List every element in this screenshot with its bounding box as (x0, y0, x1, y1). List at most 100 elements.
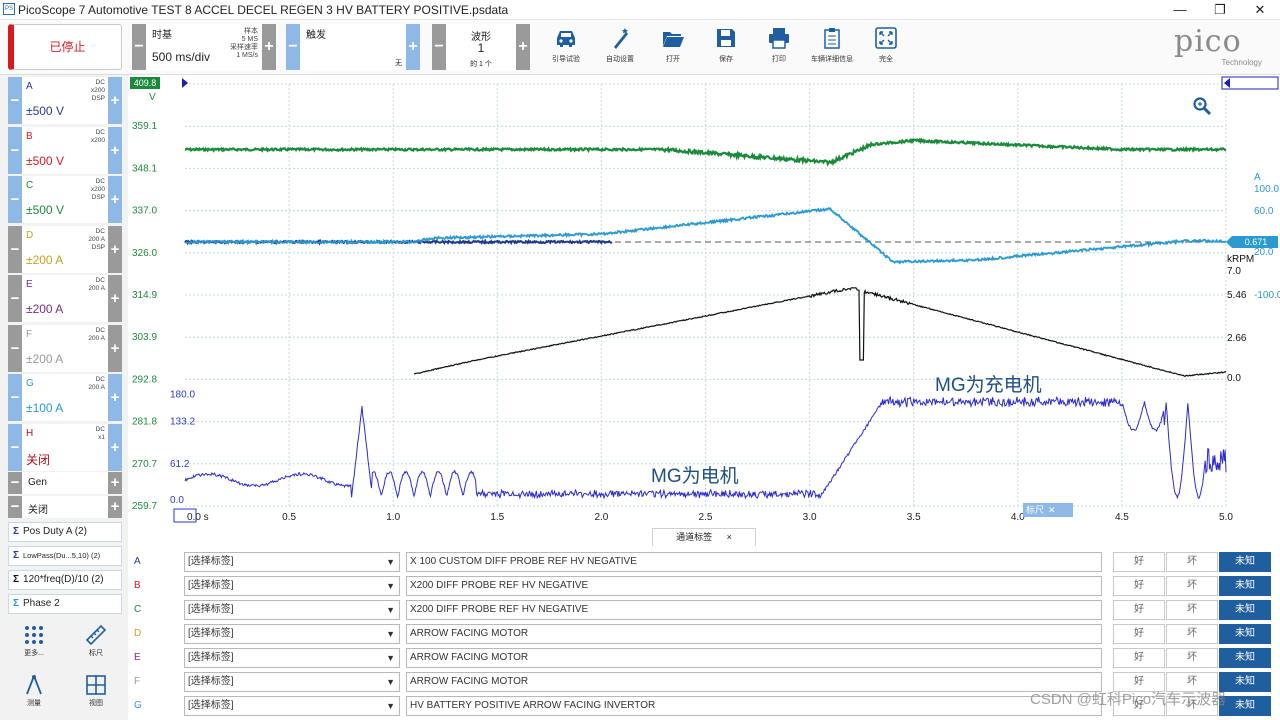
channel-range-decrease-button[interactable]: − (8, 423, 22, 471)
auto-setup-button[interactable]: 自动设置 (593, 24, 647, 68)
unknown-button[interactable]: 未知 (1219, 552, 1271, 572)
gen-state-increase-button[interactable]: + (108, 496, 122, 518)
save-button[interactable]: 保存 (699, 24, 753, 68)
channel-range[interactable]: 关闭 (26, 451, 50, 468)
gen-decrease-button[interactable]: − (8, 472, 22, 494)
good-button[interactable]: 好 (1113, 552, 1165, 572)
good-button[interactable]: 好 (1113, 600, 1165, 620)
waveform-prev-button[interactable]: − (432, 24, 446, 70)
channel-range-increase-button[interactable]: + (108, 77, 122, 124)
channel-range-increase-button[interactable]: + (108, 275, 122, 322)
label-text-field[interactable]: ARROW FACING MOTOR (406, 672, 1102, 692)
channel-b-control[interactable]: − B DC x200 ±500 V + (8, 126, 122, 174)
trigger-decrease-button[interactable]: − (286, 24, 300, 70)
channel-range-decrease-button[interactable]: − (8, 225, 22, 273)
channel-range-decrease-button[interactable]: − (8, 275, 22, 322)
channel-range-decrease-button[interactable]: − (8, 374, 22, 421)
label-select-dropdown[interactable]: [选择标签] ▼ (184, 672, 400, 692)
channel-range-decrease-button[interactable]: − (8, 176, 22, 223)
channel-g-control[interactable]: − G DC 200 A ±100 A + (8, 374, 122, 421)
channel-range-increase-button[interactable]: + (108, 374, 122, 421)
close-icon[interactable]: ✕ (1240, 0, 1280, 20)
more-button[interactable]: 更多... (14, 624, 54, 658)
label-select-dropdown[interactable]: [选择标签] ▼ (184, 624, 400, 644)
timebase-increase-button[interactable]: + (262, 24, 276, 70)
tab-channel-labels[interactable]: 通道标签 × (652, 528, 756, 546)
label-select-dropdown[interactable]: [选择标签] ▼ (184, 648, 400, 668)
label-select-dropdown[interactable]: [选择标签] ▼ (184, 552, 400, 572)
unknown-button[interactable]: 未知 (1219, 696, 1271, 716)
channel-d-control[interactable]: − D DC 200 A DSP ±200 A + (8, 225, 122, 273)
channel-range-increase-button[interactable]: + (108, 126, 122, 174)
timebase-panel[interactable]: 时基 500 ms/div 样本 5 MS 采样速率 1 MS/s (146, 24, 262, 70)
math-channel-button[interactable]: Σ LowPass(Du...5,10) (2) (8, 546, 122, 566)
vehicle-details-button[interactable]: 车辆详细信息 (805, 24, 859, 68)
channel-range-decrease-button[interactable]: − (8, 126, 22, 174)
unknown-button[interactable]: 未知 (1219, 624, 1271, 644)
ruler-tag[interactable]: 标尺 ✕ (1023, 503, 1073, 517)
label-text-field[interactable]: ARROW FACING MOTOR (406, 624, 1102, 644)
channel-range[interactable]: ±100 A (26, 401, 63, 415)
trigger-panel[interactable]: 触发 无 (300, 24, 406, 70)
gen-increase-button[interactable]: + (108, 472, 122, 494)
unknown-button[interactable]: 未知 (1219, 648, 1271, 668)
gen-state-control[interactable]: − 关闭 + (8, 496, 122, 518)
bad-button[interactable]: 坏 (1166, 552, 1218, 572)
channel-f-control[interactable]: − F DC 200 A ±200 A + (8, 324, 122, 372)
gen-state-decrease-button[interactable]: − (8, 496, 22, 518)
open-button[interactable]: 打开 (646, 24, 700, 68)
guided-test-button[interactable]: 引导试验 (539, 24, 593, 68)
channel-range[interactable]: ±200 A (26, 253, 63, 267)
bad-button[interactable]: 坏 (1166, 624, 1218, 644)
channel-range-increase-button[interactable]: + (108, 423, 122, 471)
math-channel-button[interactable]: Σ Phase 2 (8, 594, 122, 614)
math-channel-button[interactable]: Σ Pos Duty A (2) (8, 522, 122, 542)
channel-range-decrease-button[interactable]: − (8, 324, 22, 372)
unknown-button[interactable]: 未知 (1219, 600, 1271, 620)
label-select-dropdown[interactable]: [选择标签] ▼ (184, 576, 400, 596)
channel-range[interactable]: ±500 V (26, 154, 64, 168)
label-text-field[interactable]: X200 DIFF PROBE REF HV NEGATIVE (406, 600, 1102, 620)
signal-generator-control[interactable]: − Gen + (8, 472, 122, 494)
label-text-field[interactable]: HV BATTERY POSITIVE ARROW FACING INVERTO… (406, 696, 1102, 716)
ruler-tag-close-icon[interactable]: ✕ (1048, 505, 1056, 515)
label-select-dropdown[interactable]: [选择标签] ▼ (184, 696, 400, 716)
minimize-icon[interactable]: — (1160, 0, 1200, 20)
waveform-next-button[interactable]: + (516, 24, 530, 70)
unknown-button[interactable]: 未知 (1219, 576, 1271, 596)
channel-range-decrease-button[interactable]: − (8, 77, 22, 124)
good-button[interactable]: 好 (1113, 576, 1165, 596)
channel-range[interactable]: ±200 A (26, 352, 63, 366)
label-text-field[interactable]: X 100 CUSTOM DIFF PROBE REF HV NEGATIVE (406, 552, 1102, 572)
bad-button[interactable]: 坏 (1166, 600, 1218, 620)
label-select-dropdown[interactable]: [选择标签] ▼ (184, 600, 400, 620)
math-channel-button[interactable]: Σ 120*freq(D)/10 (2) (8, 570, 122, 590)
good-button[interactable]: 好 (1113, 624, 1165, 644)
magnifier-icon[interactable] (1192, 96, 1212, 116)
good-button[interactable]: 好 (1113, 648, 1165, 668)
trigger-increase-button[interactable]: + (406, 24, 420, 70)
channel-range-increase-button[interactable]: + (108, 225, 122, 273)
label-text-field[interactable]: X200 DIFF PROBE REF HV NEGATIVE (406, 576, 1102, 596)
measure-button[interactable]: 测量 (14, 674, 54, 708)
timebase-decrease-button[interactable]: − (132, 24, 146, 70)
channel-e-control[interactable]: − E DC 200 A ±200 A + (8, 275, 122, 322)
unknown-button[interactable]: 未知 (1219, 672, 1271, 692)
bad-button[interactable]: 坏 (1166, 648, 1218, 668)
stop-button[interactable]: 已停止 (8, 24, 122, 70)
maximize-icon[interactable]: ❐ (1200, 0, 1240, 20)
channel-c-control[interactable]: − C DC x200 DSP ±500 V + (8, 176, 122, 223)
view-button[interactable]: 视图 (76, 674, 116, 708)
bad-button[interactable]: 坏 (1166, 576, 1218, 596)
channel-range[interactable]: ±500 V (26, 104, 64, 118)
oscilloscope-plot[interactable]: 359.1 348.1 337.0 326.0 314.9 303.9 292.8 281.8… (128, 75, 1280, 525)
channel-range-increase-button[interactable]: + (108, 176, 122, 223)
channel-range[interactable]: ±200 A (26, 302, 63, 316)
channel-h-control[interactable]: − H DC x1 关闭 + (8, 423, 122, 471)
channel-range[interactable]: ±500 V (26, 203, 64, 217)
channel-range-increase-button[interactable]: + (108, 324, 122, 372)
channel-a-control[interactable]: − A DC x200 DSP ±500 V + (8, 77, 122, 124)
fullscreen-button[interactable]: 完全 (859, 24, 913, 68)
tab-close-icon[interactable]: × (727, 532, 732, 542)
label-text-field[interactable]: ARROW FACING MOTOR (406, 648, 1102, 668)
